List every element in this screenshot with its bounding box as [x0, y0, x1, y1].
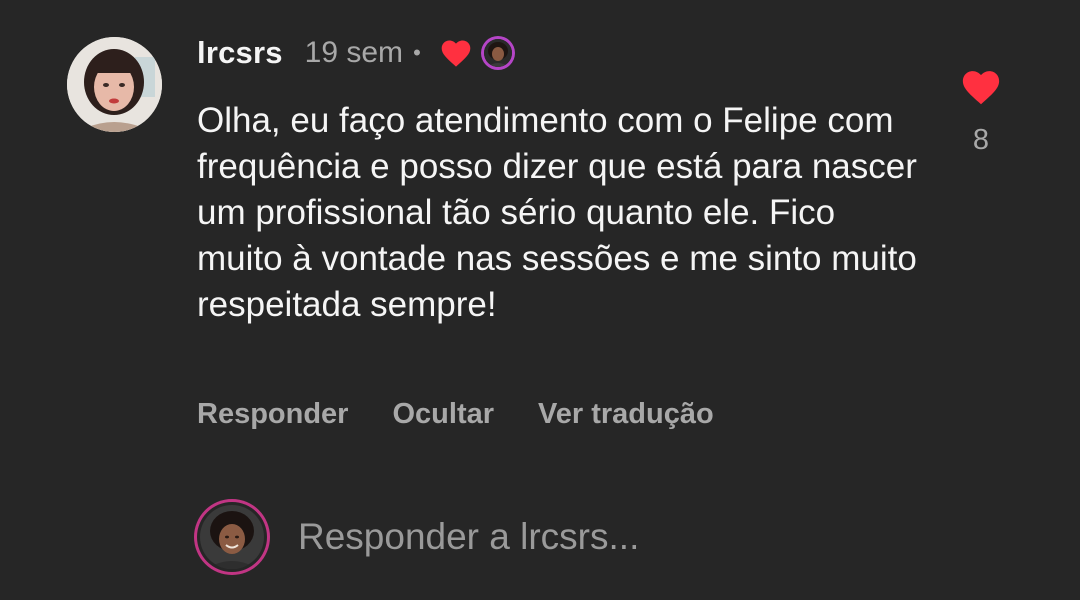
creator-liked-heart-icon — [441, 40, 471, 67]
like-heart-icon[interactable] — [960, 68, 1002, 106]
comment-meta: lrcsrs 19 sem • — [197, 32, 515, 74]
username[interactable]: lrcsrs — [197, 35, 283, 71]
timestamp: 19 sem — [304, 36, 404, 69]
current-user-avatar — [194, 499, 270, 575]
reply-input[interactable] — [298, 516, 898, 558]
hide-button[interactable]: Ocultar — [392, 398, 494, 431]
like-count[interactable]: 8 — [950, 124, 1012, 157]
creator-avatar-image — [483, 39, 512, 67]
comment-actions: Responder Ocultar Ver tradução — [197, 392, 758, 436]
reply-button[interactable]: Responder — [197, 398, 348, 431]
commenter-avatar[interactable] — [67, 37, 162, 132]
commenter-avatar-image — [67, 37, 162, 132]
creator-avatar — [480, 36, 515, 70]
separator-dot: • — [413, 40, 421, 65]
translate-button[interactable]: Ver tradução — [538, 398, 714, 431]
like-column: 8 — [950, 68, 1012, 157]
comment-text: Olha, eu faço atendimento com o Felipe c… — [197, 101, 917, 324]
reply-bar — [194, 497, 898, 577]
current-user-avatar-image — [200, 505, 264, 569]
comment: lrcsrs 19 sem • Olha, eu faço atendiment… — [0, 0, 1080, 470]
